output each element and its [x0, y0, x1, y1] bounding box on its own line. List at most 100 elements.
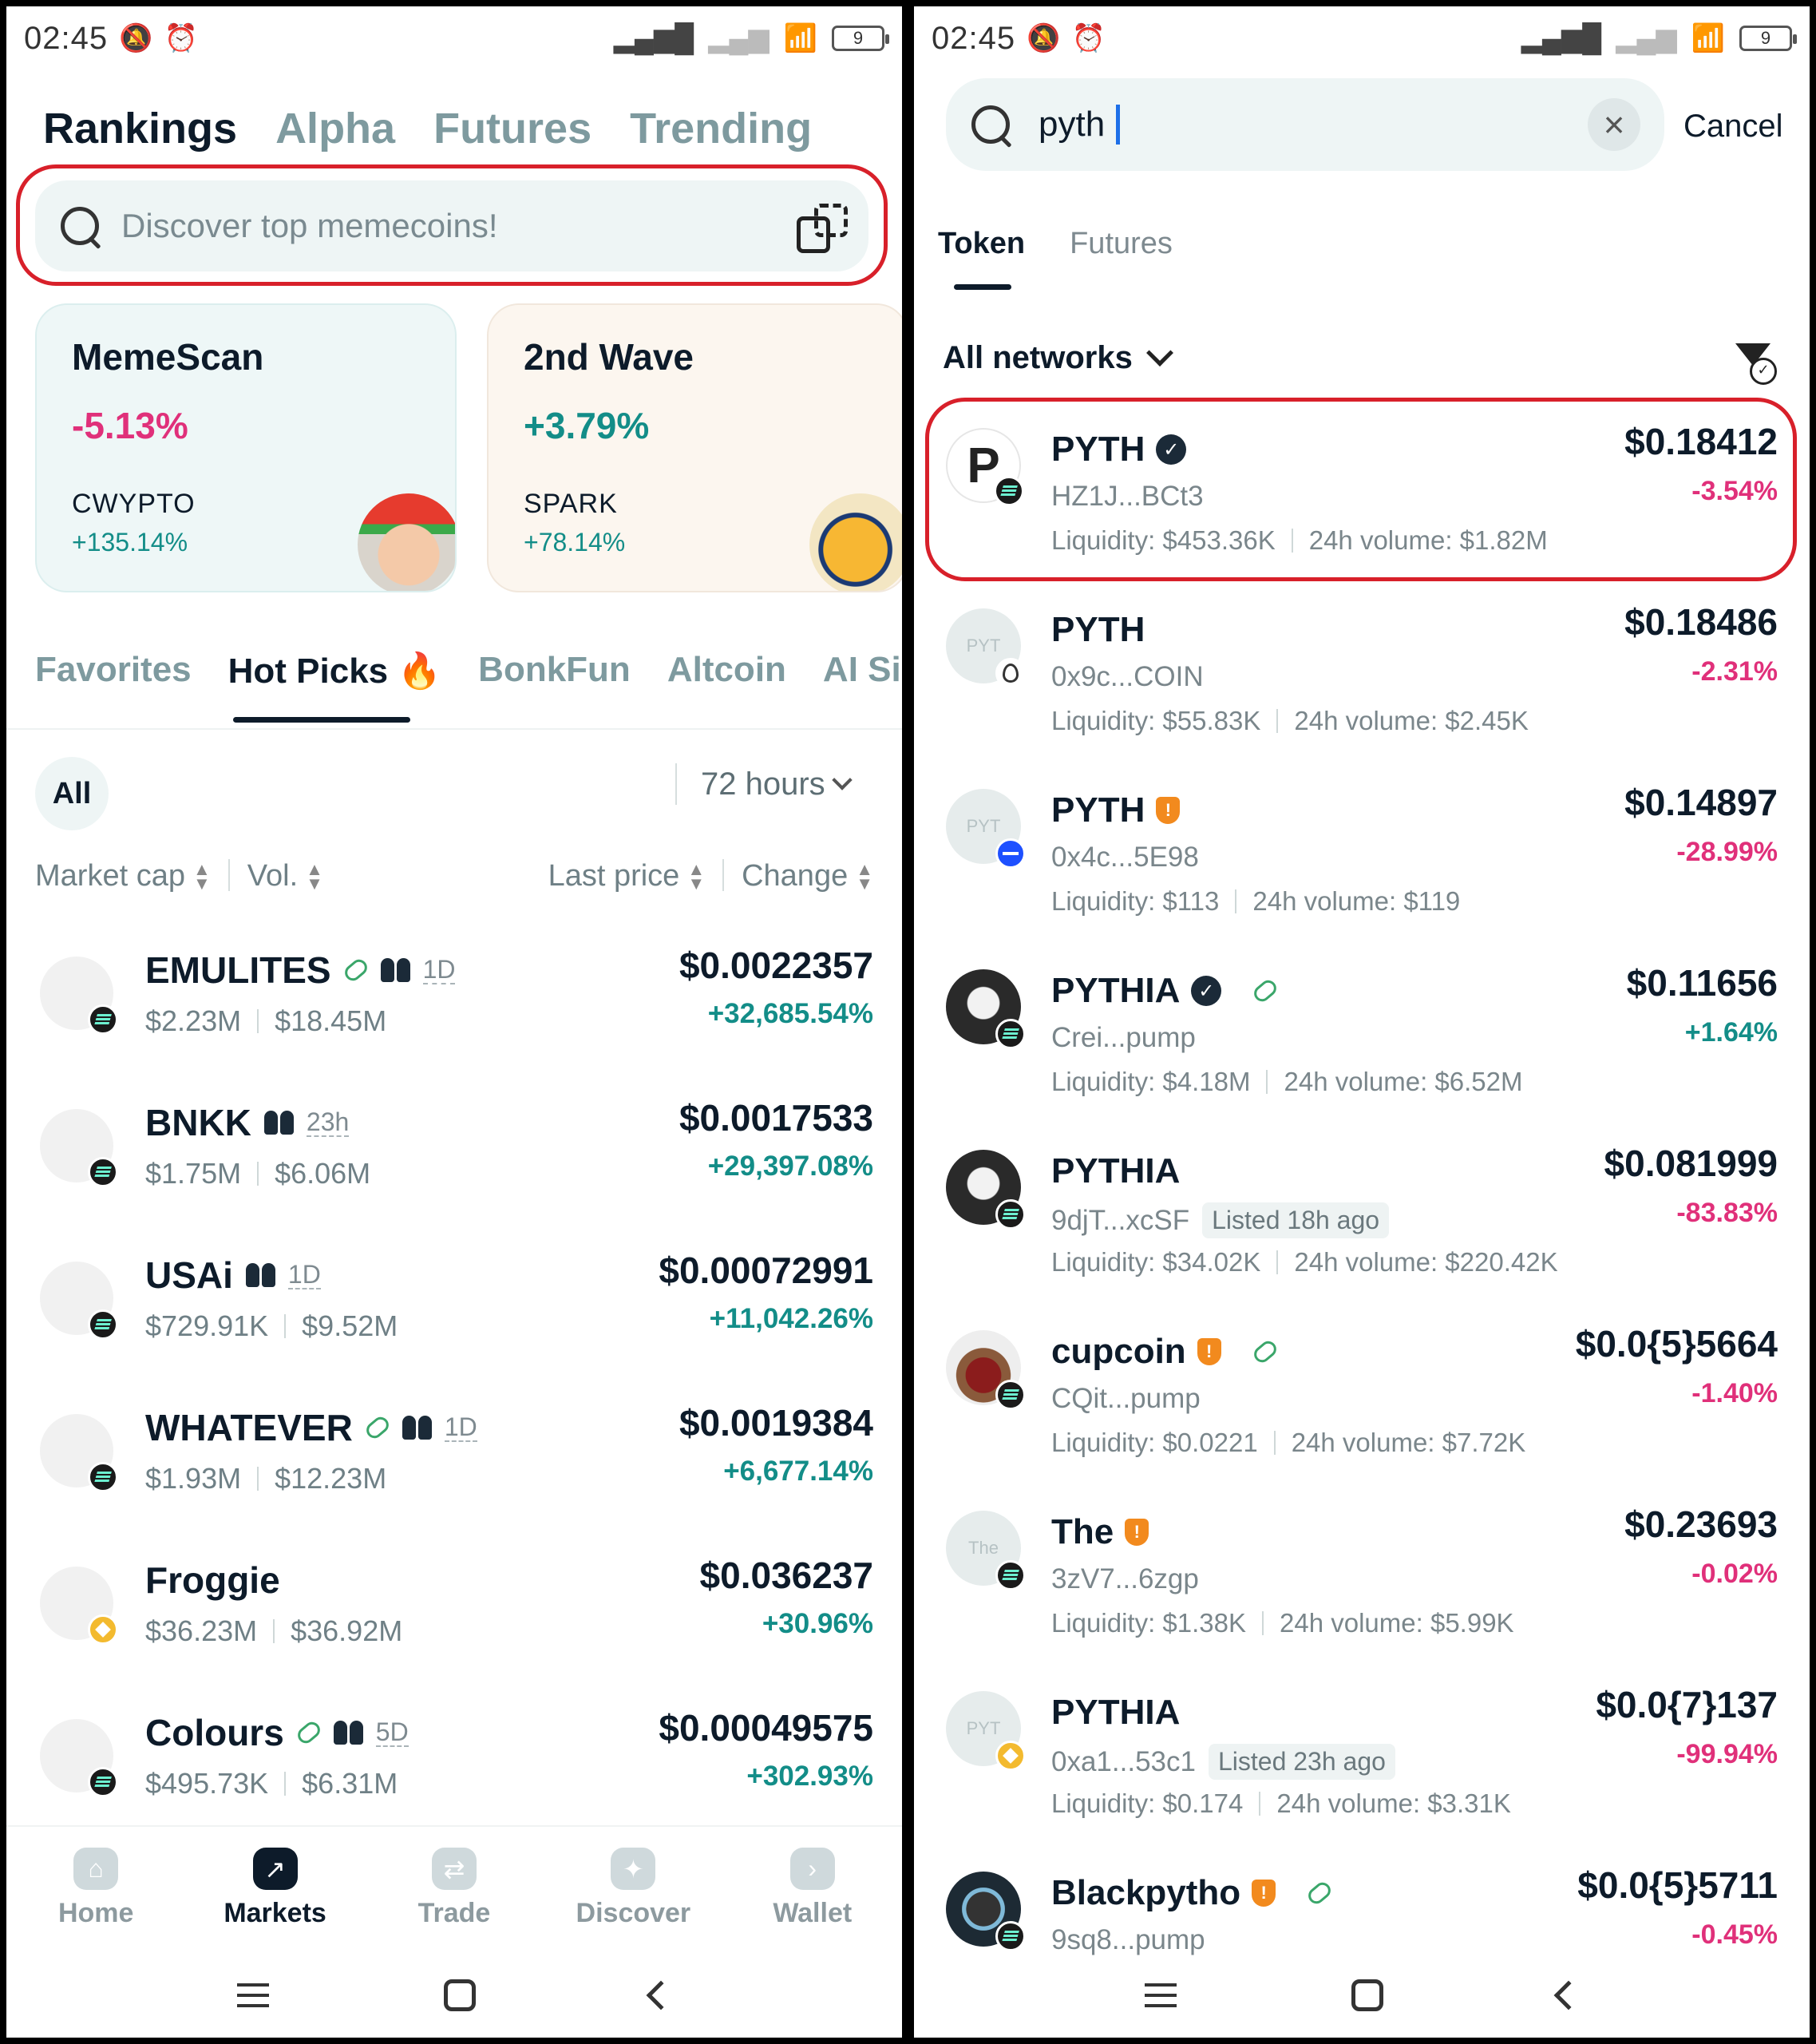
bnb-chain-icon [88, 1614, 118, 1645]
token-address-text: CQit...pump [1051, 1383, 1201, 1414]
token-name: PYTH [1051, 790, 1145, 830]
token-row[interactable]: PYTHIA 9djT...xcSF Listed 18h ago Liquidity… [946, 1134, 1778, 1293]
last-price: $0.00049575 [659, 1707, 873, 1749]
coin-row[interactable]: WHATEVER 1D $1.93M $12.23M $0.0019384 +6,677.… [35, 1402, 873, 1534]
token-liquidity-volume: Liquidity: $55.83K 24h volume: $2.45K [1051, 706, 1529, 736]
sort-last-price[interactable]: Last price ▲ ▼ [548, 859, 706, 893]
token-price: $0.18486 [1624, 601, 1778, 643]
category-tab-3[interactable]: Altcoin [667, 650, 786, 691]
token-address: 0x4c...5E98 [1051, 842, 1199, 873]
trend-card[interactable]: MemeScan -5.13% CWYPTO +135.14% [35, 303, 457, 592]
volume-value: $6.06M [275, 1157, 371, 1190]
last-price: $0.036237 [699, 1555, 873, 1596]
token-name: PYTHIA [1051, 1151, 1181, 1190]
token-search-bar[interactable]: pyth × [946, 78, 1664, 171]
token-row[interactable]: PYTHIA ✓ Crei...pump Liquidity: $4.18M 24h v… [946, 953, 1778, 1113]
tab-2[interactable]: Futures [433, 104, 591, 153]
coin-stats: $1.75M $6.06M [145, 1157, 370, 1190]
token-avatar: The [946, 1511, 1026, 1590]
tab-1[interactable]: Alpha [275, 104, 395, 153]
coin-row[interactable]: EMULITES 1D $2.23M $18.45M $0.0022357 +32,685… [35, 945, 873, 1076]
token-row[interactable]: PYT PYTH 0x9c...COIN Liquidity: $55.83K 24h … [946, 592, 1778, 752]
network-selector[interactable]: All networks [943, 339, 1173, 376]
token-row[interactable]: PYTH ✓ HZ1J...BCt3 Liquidity: $453.36K 24h v… [946, 412, 1778, 572]
coin-name: BNKK [145, 1102, 251, 1143]
nav-wallet[interactable]: › Wallet [741, 1848, 884, 1929]
home-button-icon[interactable] [1351, 1979, 1383, 2011]
nav-discover[interactable]: ✦ Discover [561, 1848, 705, 1929]
coin-name-line: USAi 1D [145, 1254, 321, 1297]
alarm-icon: ⏰ [164, 23, 198, 53]
trend-card[interactable]: 2nd Wave +3.79% SPARK +78.14% [487, 303, 902, 592]
coin-stats: $495.73K $6.31M [145, 1767, 398, 1800]
holders-icon [263, 1111, 294, 1135]
time-range-dropdown[interactable]: 72 hours [675, 763, 853, 805]
token-row[interactable]: cupcoin! CQit...pump Liquidity: $0.0221 24h… [946, 1314, 1778, 1474]
category-tab-4[interactable]: AI Sign [823, 650, 902, 691]
category-tab-0[interactable]: Favorites [35, 650, 192, 691]
age-tag: 1D [287, 1260, 321, 1289]
card-title: MemeScan [72, 336, 264, 378]
token-price: $0.11656 [1626, 962, 1778, 1004]
nav-markets[interactable]: ↗ Markets [204, 1848, 347, 1929]
leaf-icon [1251, 976, 1280, 1005]
result-tabs: Token Futures [938, 227, 1173, 261]
category-tab-1[interactable]: Hot Picks 🔥 [228, 650, 442, 691]
coin-row[interactable]: USAi 1D $729.91K $9.52M $0.00072991 +11,042.2… [35, 1250, 873, 1381]
scan-icon[interactable] [797, 202, 848, 253]
liquidity-value: Liquidity: $1.38K [1051, 1608, 1247, 1638]
last-price: $0.0022357 [679, 945, 873, 986]
market-cap-value: $1.93M [145, 1462, 242, 1495]
recent-apps-icon[interactable] [1145, 1983, 1177, 2007]
tab-3[interactable]: Trending [630, 104, 812, 153]
clear-search-button[interactable]: × [1588, 98, 1640, 151]
search-input[interactable]: pyth [1039, 105, 1105, 145]
liquidity-value: Liquidity: $4.18M [1051, 1067, 1251, 1096]
coin-row[interactable]: Colours 5D $495.73K $6.31M $0.00049575 +302.9… [35, 1707, 873, 1839]
token-name-line: cupcoin! [1051, 1332, 1280, 1372]
token-change: -0.45% [1691, 1919, 1778, 1950]
price-change: +30.96% [762, 1608, 873, 1639]
last-price: $0.0019384 [679, 1402, 873, 1444]
coin-row[interactable]: BNKK 23h $1.75M $6.06M $0.0017533 +29,397.08% [35, 1097, 873, 1229]
back-icon[interactable] [646, 1980, 676, 2010]
cancel-button[interactable]: Cancel [1683, 109, 1783, 145]
market-cap-value: $2.23M [145, 1004, 242, 1037]
liquidity-value: Liquidity: $0.174 [1051, 1788, 1244, 1818]
listed-badge: Listed 18h ago [1202, 1202, 1390, 1238]
result-tab-1[interactable]: Futures [1070, 227, 1173, 261]
tab-0[interactable]: Rankings [43, 104, 237, 153]
category-tab-2[interactable]: BonkFun [478, 650, 631, 691]
solana-chain-icon [88, 1157, 118, 1187]
sort-volume[interactable]: Vol. ▲ ▼ [247, 859, 323, 893]
result-tab-0[interactable]: Token [938, 227, 1025, 261]
token-change: +1.64% [1684, 1017, 1778, 1048]
filter-all-pill[interactable]: All [35, 757, 109, 830]
coin-avatar [40, 957, 118, 1035]
coin-avatar [40, 1414, 118, 1492]
recent-apps-icon[interactable] [237, 1983, 270, 2007]
alarm-icon: ⏰ [1071, 23, 1106, 53]
liquidity-value: Liquidity: $34.02K [1051, 1247, 1261, 1277]
network-selector-label: All networks [943, 340, 1133, 375]
nav-trade[interactable]: ⇄ Trade [382, 1848, 526, 1929]
token-row[interactable]: PYT PYTH! 0x4c...5E98 Liquidity: $113 24h vo… [946, 773, 1778, 933]
nav-home[interactable]: ⌂ Home [24, 1848, 168, 1929]
token-price: $0.18412 [1624, 421, 1778, 462]
token-address-text: 3zV7...6zgp [1051, 1563, 1199, 1594]
token-row[interactable]: PYT PYTHIA 0xa1...53c1 Listed 23h ago Liquid… [946, 1675, 1778, 1835]
sort-change[interactable]: Change ▲ ▼ [742, 859, 873, 893]
warning-shield-icon: ! [1197, 1338, 1221, 1365]
back-icon[interactable] [1553, 1980, 1584, 2010]
coin-row[interactable]: Froggie $36.23M $36.92M $0.036237 +30.96% [35, 1555, 873, 1686]
volume-value: $36.92M [291, 1614, 403, 1647]
token-row[interactable]: The The! 3zV7...6zgp Liquidity: $1.38K 24h v… [946, 1495, 1778, 1654]
home-button-icon[interactable] [443, 1979, 476, 2011]
memecoin-search-bar[interactable]: Discover top memecoins! [35, 180, 868, 271]
token-address: CQit...pump [1051, 1383, 1201, 1415]
token-name-line: PYTH! [1051, 790, 1181, 830]
token-avatar [946, 1150, 1026, 1230]
sort-market-cap[interactable]: Market cap ▲ ▼ [35, 859, 211, 893]
filter-icon[interactable] [1732, 340, 1777, 385]
right-screen: 02:45 🔕 ⏰ ▂▄▆█ ▂▄▆ 📶 9 pyth × Cancel Tok… [914, 6, 1810, 2038]
